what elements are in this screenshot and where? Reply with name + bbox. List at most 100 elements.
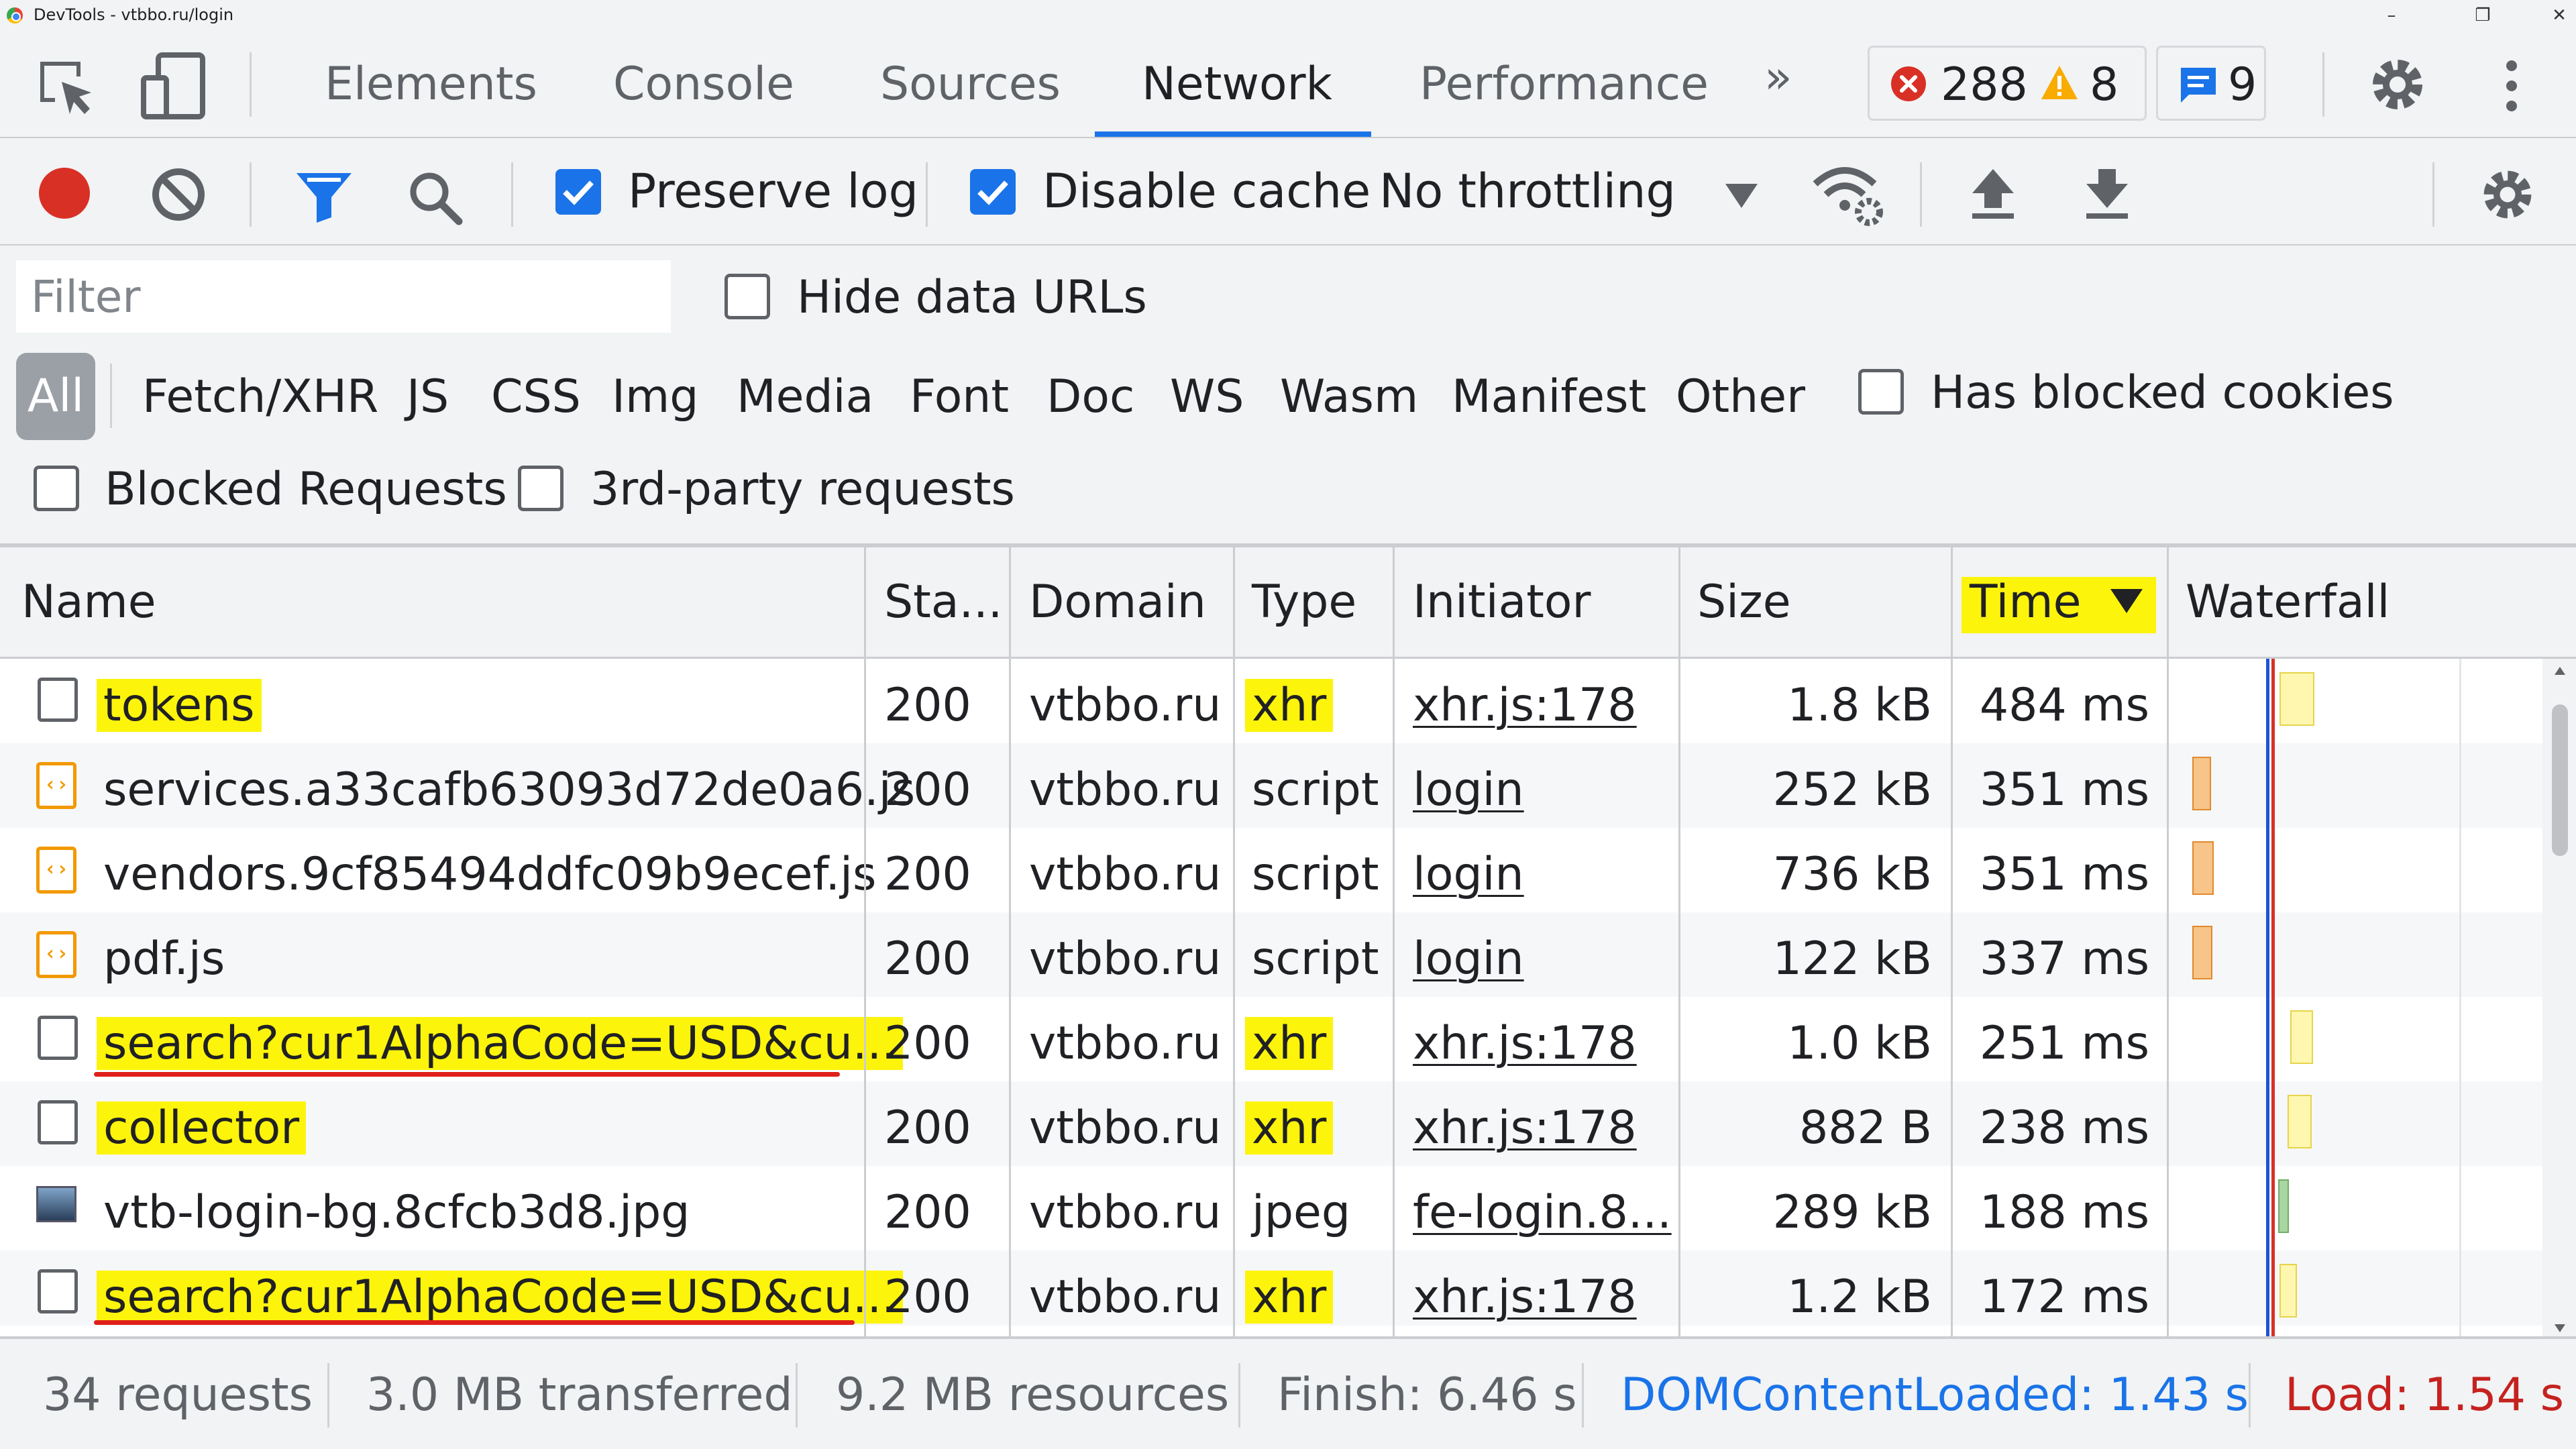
chrome-icon	[7, 7, 23, 23]
type-filter-ws[interactable]: WS	[1170, 370, 1244, 423]
transferred-size: 3.0 MB transferred	[366, 1368, 793, 1421]
scrollbar-thumb[interactable]	[2552, 704, 2568, 856]
table-row[interactable]: collector 200 vtbbo.ru xhr xhr.js:178 88…	[0, 1081, 2542, 1166]
import-har-icon[interactable]	[1970, 166, 2017, 220]
minimize-button[interactable]: –	[2361, 0, 2422, 31]
request-name[interactable]: search?cur1AlphaCode=USD&cu...	[97, 1017, 903, 1070]
request-initiator-link[interactable]: login	[1413, 763, 1524, 816]
hide-data-urls-checkbox[interactable]	[724, 274, 770, 319]
type-filter-doc[interactable]: Doc	[1046, 370, 1134, 423]
waterfall-gridline	[2459, 659, 2461, 1340]
settings-gear-icon[interactable]	[2367, 54, 2428, 115]
disable-cache-checkbox[interactable]	[970, 169, 1016, 215]
type-filter-manifest[interactable]: Manifest	[1452, 370, 1646, 423]
table-row[interactable]: ‹› services.a33cafb63093d72de0a6.js 200 …	[0, 743, 2542, 828]
type-filter-media[interactable]: Media	[737, 370, 873, 423]
tab-elements[interactable]: Elements	[325, 58, 537, 111]
has-blocked-cookies-checkbox[interactable]	[1858, 369, 1904, 415]
column-header-initiator[interactable]: Initiator	[1413, 576, 1591, 629]
throttling-select[interactable]: No throttling	[1379, 164, 1676, 219]
scroll-down-icon[interactable]	[2553, 1323, 2567, 1334]
divider	[250, 162, 252, 227]
preserve-log-checkbox[interactable]	[555, 169, 601, 215]
table-row[interactable]: search?cur1AlphaCode=USD&cu... 200 vtbbo…	[0, 997, 2542, 1081]
request-initiator-link[interactable]: login	[1413, 932, 1524, 985]
request-initiator-link[interactable]: login	[1413, 848, 1524, 901]
request-name[interactable]: search?cur1AlphaCode=USD&cu...	[97, 1271, 903, 1324]
search-icon[interactable]	[407, 169, 463, 225]
table-row[interactable]: ‹› pdf.js 200 vtbbo.ru script login 122 …	[0, 912, 2542, 997]
tab-sources[interactable]: Sources	[880, 58, 1061, 111]
blocked-requests-checkbox[interactable]	[34, 466, 79, 511]
request-initiator-link[interactable]: xhr.js:178	[1413, 1102, 1637, 1155]
vertical-scrollbar[interactable]	[2542, 659, 2576, 1340]
type-filter-font[interactable]: Font	[910, 370, 1009, 423]
type-filter-wasm[interactable]: Wasm	[1280, 370, 1418, 423]
tab-performance[interactable]: Performance	[1419, 58, 1709, 111]
more-options-icon[interactable]	[2498, 58, 2525, 114]
export-har-icon[interactable]	[2084, 166, 2131, 220]
waterfall-bar	[2279, 672, 2314, 726]
table-row[interactable]: tokens 200 vtbbo.ru xhr xhr.js:178 1.8 k…	[0, 659, 2542, 743]
column-header-status[interactable]: Sta...	[884, 576, 1002, 629]
type-filter-fetch-xhr[interactable]: Fetch/XHR	[142, 370, 378, 423]
column-header-size[interactable]: Size	[1697, 576, 1791, 629]
request-name[interactable]: tokens	[97, 679, 262, 732]
request-name[interactable]: vtb-login-bg.8cfcb3d8.jpg	[103, 1186, 690, 1239]
messages-counter[interactable]: 9	[2156, 46, 2266, 121]
column-divider[interactable]	[1951, 547, 1953, 659]
tab-console[interactable]: Console	[613, 58, 794, 111]
request-size: 882 B	[1799, 1102, 1932, 1155]
filter-input[interactable]	[16, 260, 671, 333]
divider	[796, 1363, 798, 1428]
column-header-time[interactable]: Time	[1970, 576, 2081, 629]
close-window-button[interactable]: ✕	[2529, 0, 2576, 31]
request-name[interactable]: pdf.js	[103, 932, 225, 985]
request-status: 200	[884, 848, 971, 901]
type-filter-js[interactable]: JS	[407, 370, 449, 423]
device-toolbar-icon[interactable]	[140, 51, 209, 121]
scroll-up-icon[interactable]	[2553, 665, 2567, 676]
column-header-type[interactable]: Type	[1252, 576, 1356, 629]
divider	[1582, 1363, 1584, 1428]
column-divider	[1393, 659, 1395, 1340]
table-row[interactable]: ‹› vendors.9cf85494ddfc09b9ecef.js 200 v…	[0, 828, 2542, 912]
request-name[interactable]: collector	[97, 1102, 307, 1155]
third-party-requests-checkbox[interactable]	[518, 466, 564, 511]
tab-network[interactable]: Network	[1142, 58, 1332, 111]
column-header-waterfall[interactable]: Waterfall	[2186, 576, 2390, 629]
table-row[interactable]: search?cur1AlphaCode=USD&cu... 200 vtbbo…	[0, 1250, 2542, 1326]
clear-icon[interactable]	[150, 166, 207, 223]
filter-icon[interactable]	[294, 170, 354, 224]
column-header-domain[interactable]: Domain	[1029, 576, 1206, 629]
request-domain: vtbbo.ru	[1029, 1017, 1222, 1070]
column-divider[interactable]	[864, 547, 866, 659]
network-conditions-icon[interactable]	[1811, 161, 1886, 228]
type-filter-css[interactable]: CSS	[491, 370, 581, 423]
network-settings-gear-icon[interactable]	[2478, 165, 2537, 224]
request-name[interactable]: services.a33cafb63093d72de0a6.js	[103, 763, 915, 816]
script-file-icon: ‹›	[36, 762, 76, 809]
request-initiator-link[interactable]: fe-login.8...	[1413, 1186, 1672, 1239]
maximize-button[interactable]: ❐	[2453, 0, 2513, 31]
column-divider[interactable]	[1678, 547, 1680, 659]
column-header-name[interactable]: Name	[21, 576, 156, 629]
request-initiator-link[interactable]: xhr.js:178	[1413, 679, 1637, 732]
type-filter-img[interactable]: Img	[612, 370, 698, 423]
request-initiator-link[interactable]: xhr.js:178	[1413, 1017, 1637, 1070]
column-divider[interactable]	[1393, 547, 1395, 659]
request-initiator-link[interactable]: xhr.js:178	[1413, 1271, 1637, 1324]
column-divider[interactable]	[1233, 547, 1235, 659]
more-tabs-button[interactable]: »	[1764, 51, 1792, 104]
issues-counter[interactable]: 288 8	[1868, 46, 2147, 121]
dropdown-arrow-icon[interactable]	[1724, 182, 1759, 209]
column-divider[interactable]	[2167, 547, 2169, 659]
type-filter-other[interactable]: Other	[1676, 370, 1805, 423]
table-row[interactable]: vtb-login-bg.8cfcb3d8.jpg 200 vtbbo.ru j…	[0, 1166, 2542, 1250]
request-type: xhr	[1245, 679, 1334, 732]
type-filter-all[interactable]: All	[16, 353, 95, 440]
record-icon[interactable]	[38, 166, 91, 220]
request-name[interactable]: vendors.9cf85494ddfc09b9ecef.js	[103, 848, 876, 901]
inspect-element-icon[interactable]	[35, 56, 99, 121]
column-divider[interactable]	[1009, 547, 1011, 659]
